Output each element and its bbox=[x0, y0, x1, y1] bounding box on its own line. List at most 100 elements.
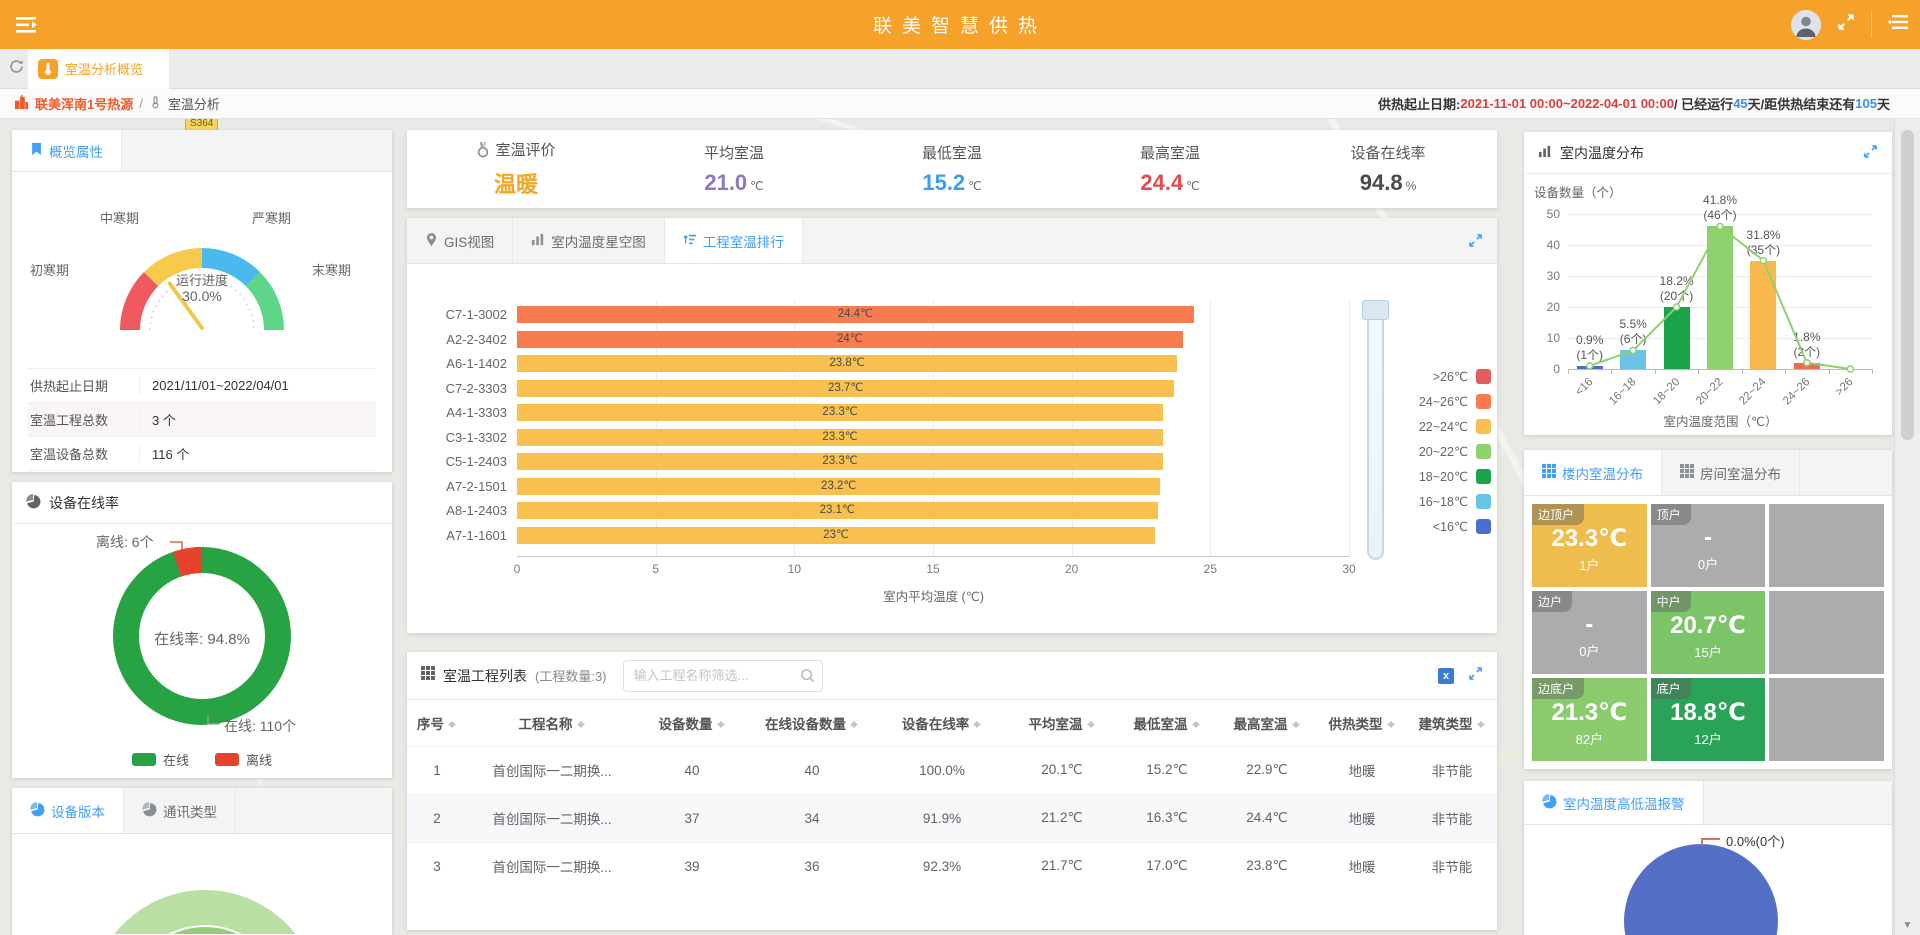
tab-overview-attrs[interactable]: 概览属性 bbox=[12, 130, 122, 171]
legend-item[interactable]: 24~26℃ bbox=[1379, 389, 1491, 414]
offline-callout: 离线: 6个 bbox=[96, 532, 154, 552]
project-search-input[interactable] bbox=[623, 660, 823, 692]
building-cell[interactable] bbox=[1769, 504, 1884, 587]
cell-min: 16.3℃ bbox=[1117, 794, 1217, 842]
sort-caret-icon[interactable] bbox=[973, 717, 982, 732]
fullscreen-icon[interactable] bbox=[1837, 13, 1855, 36]
column-header[interactable]: 在线设备数量 bbox=[747, 700, 877, 746]
scrollbar-down-arrow[interactable]: ▼ bbox=[1895, 920, 1920, 931]
sort-caret-icon[interactable] bbox=[850, 717, 859, 732]
sort-caret-icon[interactable] bbox=[717, 717, 726, 732]
legend-swatch bbox=[132, 753, 156, 766]
excel-export-icon[interactable]: x bbox=[1438, 668, 1454, 684]
panel-title: 室内温度分布 bbox=[1560, 143, 1644, 163]
bar-chart-icon bbox=[531, 233, 545, 249]
legend-item[interactable]: 离线 bbox=[215, 750, 272, 769]
legend-item[interactable]: 18~20℃ bbox=[1379, 464, 1491, 489]
stat-value: 温暖 bbox=[494, 167, 538, 199]
column-header[interactable]: 设备在线率 bbox=[877, 700, 1007, 746]
panel-toggle-icon[interactable] bbox=[1888, 14, 1908, 35]
cell-min: 15.2℃ bbox=[1117, 746, 1217, 794]
tab-room-temp-overview[interactable]: 室温分析概览 bbox=[28, 49, 169, 89]
column-header[interactable]: 工程名称 bbox=[467, 700, 637, 746]
table-row: 1首创国际一二期换...4040100.0%20.1℃15.2℃22.9℃地暖非… bbox=[407, 746, 1497, 794]
legend-item[interactable]: >26℃ bbox=[1379, 364, 1491, 389]
building-cell[interactable]: 边顶户23.3℃1户 bbox=[1532, 504, 1647, 587]
tab-device-version[interactable]: 设备版本 bbox=[12, 788, 124, 833]
table-row: 2首创国际一二期换...373491.9%21.2℃16.3℃24.4℃地暖非节… bbox=[407, 794, 1497, 842]
tab-comm-type[interactable]: 通讯类型 bbox=[124, 788, 236, 833]
column-header[interactable]: 最高室温 bbox=[1217, 700, 1317, 746]
cell-name[interactable]: 首创国际一二期换... bbox=[467, 842, 637, 890]
sort-caret-icon[interactable] bbox=[1087, 717, 1096, 732]
legend-item[interactable]: 22~24℃ bbox=[1379, 414, 1491, 439]
user-avatar[interactable] bbox=[1791, 10, 1821, 40]
column-header[interactable]: 供热类型 bbox=[1317, 700, 1407, 746]
bar-data-label: 1.8%(2个) bbox=[1762, 330, 1852, 360]
bar-data-label: 41.8%(46个) bbox=[1675, 193, 1765, 223]
bar-category-label: A7-1-1601 bbox=[407, 527, 507, 544]
column-header[interactable]: 最低室温 bbox=[1117, 700, 1217, 746]
bar-category-label: A7-2-1501 bbox=[407, 478, 507, 495]
legend-swatch bbox=[1476, 394, 1491, 409]
device-version-panel: 设备版本 通讯类型 bbox=[12, 788, 392, 935]
x-tick bbox=[1829, 369, 1830, 374]
bar-value-label: 23.1℃ bbox=[517, 502, 1158, 519]
y-axis-title: 设备数量（个） bbox=[1534, 182, 1622, 201]
tab-temp-alarm[interactable]: 室内温度高低温报警 bbox=[1524, 781, 1704, 824]
cell-name[interactable]: 首创国际一二期换... bbox=[467, 794, 637, 842]
thermometer-icon bbox=[149, 96, 162, 112]
sort-caret-icon[interactable] bbox=[1387, 717, 1396, 732]
alarm-callout-label: 0.0%(0个) bbox=[1726, 831, 1785, 850]
sort-caret-icon[interactable] bbox=[577, 717, 586, 732]
building-cell[interactable]: 边底户21.3℃82户 bbox=[1532, 678, 1647, 761]
tab-building-distribution[interactable]: 楼内室温分布 bbox=[1524, 450, 1662, 495]
legend-swatch bbox=[1476, 519, 1491, 534]
cell-building_type: 非节能 bbox=[1407, 794, 1497, 842]
y-tick-label: 30 bbox=[1524, 269, 1560, 283]
scrollbar-thumb[interactable] bbox=[1901, 130, 1914, 440]
bar-category-label: A8-1-2403 bbox=[407, 502, 507, 519]
legend-item[interactable]: 在线 bbox=[132, 750, 189, 769]
search-icon[interactable] bbox=[800, 668, 815, 688]
building-cell[interactable] bbox=[1769, 678, 1884, 761]
refresh-icon[interactable] bbox=[9, 59, 24, 79]
sort-caret-icon[interactable] bbox=[448, 717, 457, 732]
tab-gis-view[interactable]: GIS视图 bbox=[407, 218, 513, 263]
table-row: 室温工程总数3 个 bbox=[28, 403, 376, 437]
expand-icon[interactable] bbox=[1468, 666, 1483, 686]
expand-icon[interactable] bbox=[1863, 144, 1878, 162]
sort-caret-icon[interactable] bbox=[1292, 717, 1301, 732]
building-cell[interactable]: 底户18.8℃12户 bbox=[1651, 678, 1766, 761]
y-tick-label: 20 bbox=[1524, 300, 1560, 314]
column-header[interactable]: 平均室温 bbox=[1007, 700, 1117, 746]
tab-project-ranking[interactable]: 工程室温排行 bbox=[665, 218, 803, 263]
cell-name[interactable]: 首创国际一二期换... bbox=[467, 746, 637, 794]
building-cell[interactable]: 边户-0户 bbox=[1532, 591, 1647, 674]
pie-icon bbox=[30, 802, 45, 820]
grid-line bbox=[1349, 300, 1350, 556]
legend-item[interactable]: 20~22℃ bbox=[1379, 439, 1491, 464]
legend-item[interactable]: 16~18℃ bbox=[1379, 489, 1491, 514]
building-cell[interactable]: 顶户-0户 bbox=[1651, 504, 1766, 587]
online-callout: 在线: 110个 bbox=[224, 716, 296, 736]
expand-icon[interactable] bbox=[1468, 218, 1497, 263]
breadcrumb-source[interactable]: 联美浑南1号热源 bbox=[35, 94, 133, 113]
sort-caret-icon[interactable] bbox=[1192, 717, 1201, 732]
building-cell[interactable]: 中户20.7℃15户 bbox=[1651, 591, 1766, 674]
bar-value-label: 24.4℃ bbox=[517, 306, 1194, 323]
x-tick bbox=[1785, 369, 1786, 374]
column-header[interactable]: 建筑类型 bbox=[1407, 700, 1497, 746]
column-header[interactable]: 序号 bbox=[407, 700, 467, 746]
tab-room-distribution[interactable]: 房间室温分布 bbox=[1662, 450, 1800, 495]
device-online-panel: 设备在线率 离线: 6个 在线: 110个 在线率: 94.8% 在线 离线 bbox=[12, 482, 392, 778]
vertical-scrollbar[interactable]: ▼ bbox=[1894, 119, 1920, 935]
sort-caret-icon[interactable] bbox=[1477, 717, 1486, 732]
heating-period-info: 供热起止日期:2021-11-01 00:00~2022-04-01 00:00… bbox=[1378, 94, 1890, 113]
tab-star-map[interactable]: 室内温度星空图 bbox=[513, 218, 665, 263]
legend-swatch bbox=[1476, 494, 1491, 509]
column-header[interactable]: 设备数量 bbox=[637, 700, 747, 746]
legend-item[interactable]: <16℃ bbox=[1379, 514, 1491, 539]
building-cell[interactable] bbox=[1769, 591, 1884, 674]
online-rate-label: 在线率: 94.8% bbox=[12, 628, 392, 649]
